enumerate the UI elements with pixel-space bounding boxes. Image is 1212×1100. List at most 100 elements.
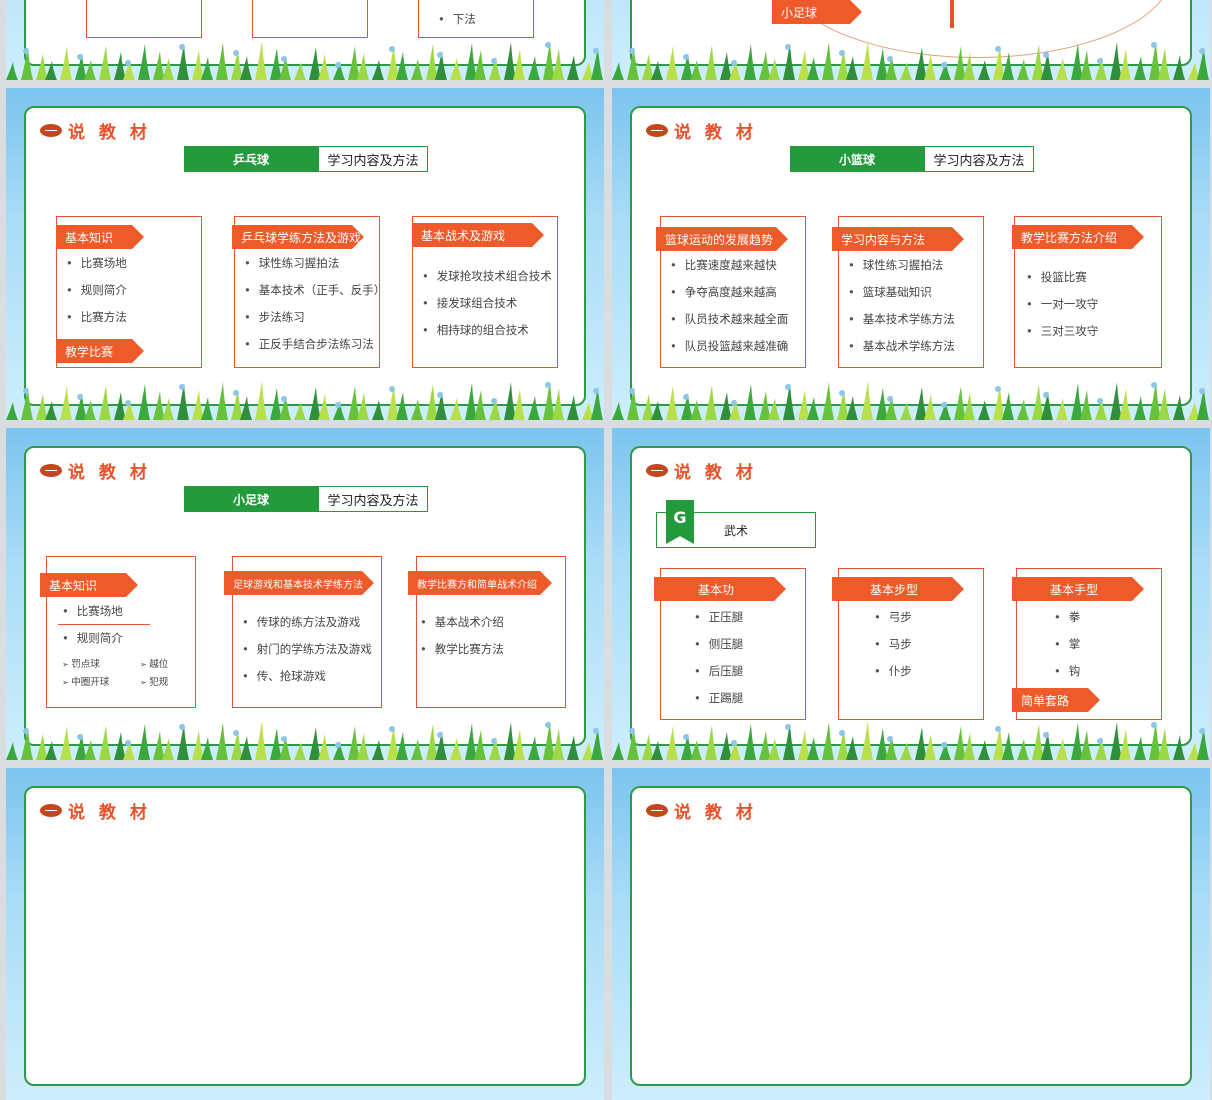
sport-title: 乒乓球 bbox=[184, 146, 318, 172]
slide-thumb-4[interactable]: 说 教 材 小篮球 学习内容及方法 篮球运动的发展趋势 比赛速度越来越快 争夺高… bbox=[612, 88, 1210, 420]
list-item: 篮球基础知识 bbox=[848, 279, 955, 306]
section-tag: 基本知识 bbox=[40, 573, 138, 597]
section-tag: 教学比赛方法介绍 bbox=[1012, 225, 1144, 249]
list-item: 比赛方法 bbox=[66, 304, 127, 331]
title-bar: 乒乓球 学习内容及方法 bbox=[184, 146, 428, 172]
list-item: 接发球组合技术 bbox=[422, 290, 552, 317]
goal-post bbox=[950, 0, 954, 28]
grass-decoration bbox=[6, 41, 603, 80]
title-bar: 小篮球 学习内容及方法 bbox=[790, 146, 1034, 172]
slide-thumb-1[interactable]: 下法 bbox=[6, 0, 604, 80]
list-item: 比赛场地 bbox=[62, 598, 123, 625]
subtitle: 学习内容及方法 bbox=[924, 146, 1034, 172]
football-icon bbox=[646, 464, 668, 477]
grass-decoration bbox=[6, 381, 603, 420]
list-item: 争夺高度越来越高 bbox=[670, 279, 788, 306]
item-list: 下法 bbox=[438, 6, 476, 33]
list-item: 钩 bbox=[1054, 658, 1081, 685]
slide-thumb-5[interactable]: 说 教 材 小足球 学习内容及方法 基本知识 比赛场地 规则简介 罚点球 越位 … bbox=[6, 428, 604, 760]
slide-heading: 说 教 材 bbox=[674, 803, 757, 823]
section-tag: 简单套路 bbox=[1012, 688, 1100, 712]
slide-heading: 说 教 材 bbox=[68, 803, 151, 823]
football-icon bbox=[646, 804, 668, 817]
section-tag: 基本手型 bbox=[1012, 577, 1144, 601]
title-bar: 小足球 学习内容及方法 bbox=[184, 486, 428, 512]
list-item: 规则简介 bbox=[66, 277, 127, 304]
list-item: 基本战术学练方法 bbox=[848, 333, 955, 360]
slide-thumb-7[interactable]: 说 教 材 bbox=[6, 768, 604, 1100]
slide-thumb-3[interactable]: 说 教 材 乒乓球 学习内容及方法 基本知识 比赛场地 规则简介 比赛方法 教学… bbox=[6, 88, 604, 420]
list-item: 一对一攻守 bbox=[1026, 291, 1099, 318]
slide-header: 说 教 材 bbox=[40, 798, 151, 823]
item-list: 比赛场地 规则简介 bbox=[62, 598, 123, 652]
subtitle: 学习内容及方法 bbox=[318, 486, 428, 512]
section-tag: 乒乓球学练方法及游戏 bbox=[232, 225, 364, 249]
football-icon bbox=[40, 124, 62, 137]
list-item: 正反手结合步法练习法 bbox=[244, 331, 385, 358]
list-item: 步法练习 bbox=[244, 304, 385, 331]
slide-thumb-2[interactable]: 小足球 bbox=[612, 0, 1210, 80]
list-item: 仆步 bbox=[874, 658, 912, 685]
section-tag: 基本战术及游戏 bbox=[412, 223, 544, 247]
item-list: 基本战术介绍 教学比赛方法 bbox=[420, 609, 504, 663]
item-list: 传球的练方法及游戏 射门的学练方法及游戏 传、抢球游戏 bbox=[242, 609, 372, 690]
list-item: 拳 bbox=[1054, 604, 1081, 631]
list-item: 教学比赛方法 bbox=[420, 636, 504, 663]
subtitle: 学习内容及方法 bbox=[318, 146, 428, 172]
list-item: 相持球的组合技术 bbox=[422, 317, 552, 344]
slide-thumb-6[interactable]: 说 教 材 武术 G 基本功 正压腿 侧压腿 后压腿 正踢腿 基本步型 弓步 马… bbox=[612, 428, 1210, 760]
list-item: 正压腿 bbox=[694, 604, 744, 631]
slide-grid: 下法 小足球 说 教 材 乒乓球 学习内容及方法 基本知识 比赛场地 bbox=[0, 0, 1212, 1100]
list-item: 掌 bbox=[1054, 631, 1081, 658]
list-item: 弓步 bbox=[874, 604, 912, 631]
list-item: 基本战术介绍 bbox=[420, 609, 504, 636]
football-icon bbox=[40, 804, 62, 817]
item-list: 比赛速度越来越快 争夺高度越来越高 队员技术越来越全面 队员投篮越来越准确 bbox=[670, 252, 789, 360]
slide-header: 说 教 材 bbox=[40, 118, 151, 143]
item-list: 拳 掌 钩 bbox=[1054, 604, 1081, 685]
item-list: 球性练习握拍法 篮球基础知识 基本技术学练方法 基本战术学练方法 bbox=[848, 252, 955, 360]
slide-card: 说 教 材 小足球 学习内容及方法 基本知识 比赛场地 规则简介 罚点球 越位 … bbox=[24, 446, 586, 746]
sport-title: 小足球 bbox=[184, 486, 318, 512]
grass-decoration bbox=[612, 41, 1209, 80]
item-list: 发球抢攻技术组合技术 接发球组合技术 相持球的组合技术 bbox=[422, 263, 552, 344]
section-tag: 篮球运动的发展趋势 bbox=[656, 227, 788, 251]
list-item: 规则简介 bbox=[62, 625, 123, 652]
list-item: 比赛场地 bbox=[66, 250, 127, 277]
slide-card: 说 教 材 bbox=[24, 786, 586, 1086]
list-item: 投篮比赛 bbox=[1026, 264, 1098, 291]
list-item: 射门的学练方法及游戏 bbox=[242, 636, 372, 663]
section-tag: 足球游戏和基本技术学练方法 bbox=[224, 571, 374, 595]
slide-heading: 说 教 材 bbox=[68, 463, 151, 483]
item-list: 弓步 马步 仆步 bbox=[874, 604, 912, 685]
sport-title: 武术 bbox=[723, 523, 748, 538]
slide-card: 说 教 材 bbox=[630, 786, 1192, 1086]
underline bbox=[58, 624, 150, 625]
list-item: 队员投篮越来越准确 bbox=[670, 333, 789, 360]
slide-heading: 说 教 材 bbox=[674, 123, 757, 143]
sport-tag: 小足球 bbox=[772, 0, 862, 24]
slide-thumb-8[interactable]: 说 教 材 bbox=[612, 768, 1210, 1100]
content-box bbox=[86, 0, 202, 38]
grass-decoration bbox=[612, 721, 1209, 760]
slide-header: 说 教 材 bbox=[646, 458, 757, 483]
list-item: 马步 bbox=[874, 631, 912, 658]
list-item: 队员技术越来越全面 bbox=[670, 306, 789, 333]
section-tag: 基本功 bbox=[654, 577, 786, 601]
section-tag: 学习内容与方法 bbox=[832, 227, 964, 251]
slide-header: 说 教 材 bbox=[40, 458, 151, 483]
section-tag: 基本知识 bbox=[56, 225, 144, 249]
slide-card: 说 教 材 乒乓球 学习内容及方法 基本知识 比赛场地 规则简介 比赛方法 教学… bbox=[24, 106, 586, 406]
item-list: 投篮比赛 一对一攻守 三对三攻守 bbox=[1026, 264, 1099, 345]
sub-item: 越位 bbox=[140, 656, 168, 670]
slide-header: 说 教 材 bbox=[646, 798, 757, 823]
section-tag: 教学比赛方和简单战术介绍 bbox=[408, 571, 552, 595]
grass-decoration bbox=[612, 381, 1209, 420]
content-box bbox=[418, 0, 534, 38]
section-tag: 教学比赛 bbox=[56, 339, 144, 363]
slide-header: 说 教 材 bbox=[646, 118, 757, 143]
item-list: 比赛场地 规则简介 比赛方法 bbox=[66, 250, 127, 331]
list-item: 传、抢球游戏 bbox=[242, 663, 372, 690]
list-item: 侧压腿 bbox=[694, 631, 744, 658]
slide-card: 说 教 材 小篮球 学习内容及方法 篮球运动的发展趋势 比赛速度越来越快 争夺高… bbox=[630, 106, 1192, 406]
